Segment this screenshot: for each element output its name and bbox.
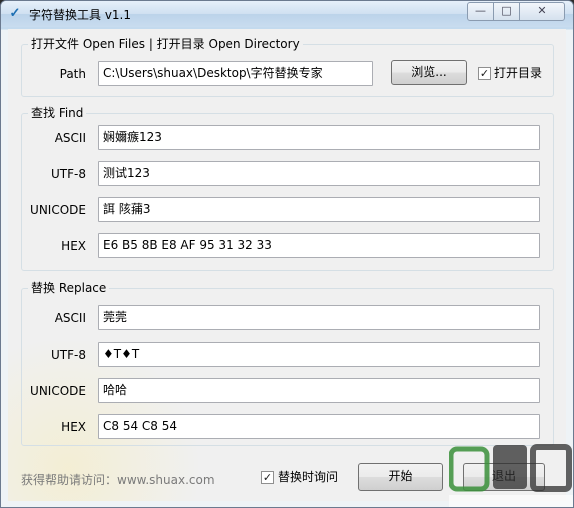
app-logo-icon: ✓	[9, 6, 21, 21]
open-dir-checkbox[interactable]: ✓	[478, 67, 491, 80]
replace-group-title: 替换 Replace	[28, 281, 110, 295]
replace-hex-input[interactable]: C8 54 C8 54	[98, 414, 540, 439]
browse-button[interactable]: 浏览...	[391, 60, 467, 85]
help-link[interactable]: 获得帮助请访问：www.shuax.com	[21, 471, 215, 488]
maximize-button[interactable]: □	[493, 2, 520, 21]
find-utf8-label: UTF-8	[51, 167, 86, 181]
app-window: ✓ 字符替换工具 v1.1 — □ ✕ 打开文件 Open Files | 打开…	[0, 0, 574, 508]
find-ascii-label: ASCII	[54, 131, 86, 145]
replace-utf8-label: UTF-8	[51, 348, 86, 362]
exit-button[interactable]: 退出	[463, 463, 545, 491]
replace-utf8-input[interactable]: ♦T♦T	[98, 342, 540, 367]
replace-time-checkbox[interactable]: ✓	[261, 471, 274, 484]
path-label: Path	[59, 67, 86, 81]
start-button[interactable]: 开始	[358, 463, 443, 491]
find-utf8-input[interactable]: 测试123	[98, 161, 540, 186]
path-group-title: 打开文件 Open Files | 打开目录 Open Directory	[28, 37, 303, 51]
replace-unicode-input[interactable]: 哈哈	[98, 378, 540, 403]
find-unicode-label: UNICODE	[30, 203, 86, 217]
path-input[interactable]: C:\Users\shuax\Desktop\字符替换专家	[98, 61, 373, 86]
find-ascii-input[interactable]: 娴嬭瘯123	[98, 125, 540, 150]
replace-ascii-label: ASCII	[54, 311, 86, 325]
window-title: 字符替换工具 v1.1	[29, 8, 132, 22]
find-unicode-input[interactable]: 誀 陔蒱3	[98, 197, 540, 222]
minimize-button[interactable]: —	[467, 2, 494, 21]
main-content: 打开文件 Open Files | 打开目录 Open Directory Pa…	[8, 29, 566, 501]
replace-ascii-input[interactable]: 莞莞	[98, 305, 540, 330]
replace-hex-label: HEX	[61, 420, 86, 434]
find-group-title: 查找 Find	[28, 106, 87, 120]
open-dir-label: 打开目录	[494, 66, 543, 80]
find-hex-label: HEX	[61, 239, 86, 253]
title-bar[interactable]: ✓ 字符替换工具 v1.1 — □ ✕	[1, 1, 573, 27]
replace-time-label: 替换时询问	[278, 470, 339, 484]
replace-unicode-label: UNICODE	[30, 384, 86, 398]
find-hex-input[interactable]: E6 B5 8B E8 AF 95 31 32 33	[98, 233, 540, 258]
close-button[interactable]: ✕	[519, 2, 565, 21]
